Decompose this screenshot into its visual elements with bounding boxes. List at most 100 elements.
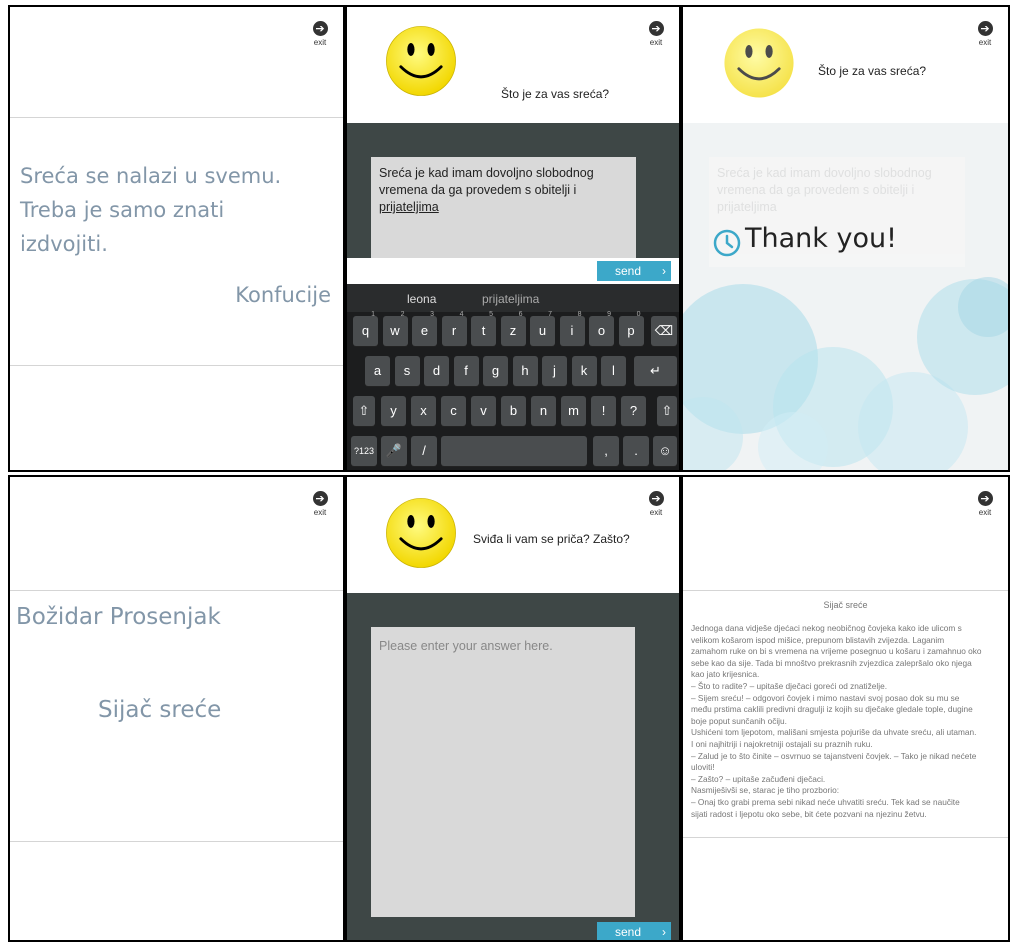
story-line: zamahom ruke on bi s vremena na vrijeme … <box>691 646 982 657</box>
exit-button[interactable]: ➔ exit <box>643 21 669 47</box>
send-button[interactable]: send › <box>597 922 671 940</box>
key-n[interactable]: n <box>531 396 556 426</box>
key-label: h <box>521 363 529 378</box>
key-z[interactable]: z6 <box>500 311 526 346</box>
key-label: c <box>450 403 457 418</box>
key-i[interactable]: i8 <box>559 311 585 346</box>
exit-label: exit <box>313 38 327 47</box>
key-hint: 3 <box>430 311 434 318</box>
story-line: – Onaj tko grabi prema sebi nikad neće u… <box>691 796 960 807</box>
answer-placeholder: Please enter your answer here. <box>379 639 553 653</box>
key-label: ! <box>601 403 606 418</box>
key-d[interactable]: d <box>424 356 449 386</box>
key-hint: 2 <box>400 311 405 318</box>
key-r[interactable]: r4 <box>441 311 467 346</box>
slash-key[interactable]: / <box>411 436 437 466</box>
send-button[interactable]: send › <box>597 261 671 281</box>
story-heading: Sijač sreće <box>823 600 868 610</box>
numbers-key[interactable]: ?123 <box>351 436 377 466</box>
key-e[interactable]: e3 <box>412 311 437 346</box>
key-label: i <box>570 323 574 338</box>
key-g[interactable]: g <box>483 356 508 386</box>
key-s[interactable]: s <box>394 356 420 386</box>
exit-button[interactable]: ➔ exit <box>643 491 669 517</box>
key-j[interactable]: j <box>542 356 567 386</box>
exit-button[interactable]: ➔ exit <box>972 21 998 47</box>
exit-label: exit <box>978 508 992 517</box>
suggestion-item[interactable]: leona <box>407 292 436 306</box>
key-x[interactable]: x <box>411 396 436 426</box>
question-text: Što je za vas sreća? <box>818 64 927 78</box>
answer-textarea[interactable]: Please enter your answer here. <box>371 627 635 917</box>
key-p[interactable]: p0 <box>618 311 644 346</box>
key-q[interactable]: q1 <box>353 311 378 346</box>
quote-line: izdvojiti. <box>20 232 108 256</box>
key-c[interactable]: c <box>441 396 466 426</box>
key-u[interactable]: u7 <box>530 311 555 346</box>
key-hint: 4 <box>459 311 464 318</box>
exit-button[interactable]: ➔ exit <box>307 491 333 517</box>
key-o[interactable]: o9 <box>589 311 614 346</box>
emoji-key[interactable]: ☺ <box>653 436 677 466</box>
question-text: Sviđa li vam se priča? Zašto? <box>473 532 630 546</box>
period-key[interactable]: . <box>623 436 649 466</box>
story-line: – Zalud je to što činite – osvrnuo se ta… <box>691 750 977 761</box>
key-label: w <box>390 323 400 338</box>
smiley-icon <box>386 498 456 568</box>
key-l[interactable]: l <box>601 356 626 386</box>
space-key[interactable] <box>441 436 587 466</box>
story-line: Jednoga dana vidješe djećaci nekog neobi… <box>691 623 962 633</box>
divider <box>683 837 1008 838</box>
key-exclamation[interactable]: ! <box>591 396 616 426</box>
key-k[interactable]: k <box>571 356 597 386</box>
exit-arrow-icon: ➔ <box>312 21 328 36</box>
exit-button[interactable]: ➔ exit <box>972 491 998 517</box>
key-t[interactable]: t5 <box>471 311 496 346</box>
exit-button[interactable]: ➔ exit <box>307 21 333 47</box>
suggestion-item[interactable]: prijateljima <box>482 292 539 306</box>
key-label: ? <box>629 403 638 418</box>
story-title: Sijač sreće <box>98 697 222 723</box>
key-hint: 8 <box>577 311 582 318</box>
quote-author: Konfucije <box>235 283 331 307</box>
key-h[interactable]: h <box>512 356 538 386</box>
answer-line: Sreća je kad imam dovoljno slobodnog <box>379 166 594 180</box>
answer-textarea[interactable]: Sreća je kad imam dovoljno slobodnog vre… <box>371 157 636 261</box>
story-author: Božidar Prosenjak <box>16 604 221 630</box>
key-label: v <box>480 403 487 418</box>
shift-key-right[interactable]: ⇧ <box>657 396 677 426</box>
exit-label: exit <box>649 38 663 47</box>
key-label: f <box>464 363 468 378</box>
key-v[interactable]: v <box>471 396 496 426</box>
shift-key-left[interactable]: ⇧ <box>353 396 375 426</box>
faded-answer-line: Sreća je kad imam dovoljno slobodnog <box>717 166 932 180</box>
send-bar: send › <box>347 258 679 284</box>
enter-icon: ↵ <box>650 363 661 378</box>
comma-key[interactable]: , <box>593 436 619 466</box>
key-f[interactable]: f <box>453 356 479 386</box>
mic-key[interactable]: 🎤 <box>381 436 407 466</box>
panel-story-title: ➔ exit Božidar Prosenjak Sijač sreće <box>8 475 345 942</box>
key-y[interactable]: y <box>381 396 406 426</box>
key-label: y <box>390 403 397 418</box>
key-w[interactable]: w2 <box>382 311 408 346</box>
smiley-icon <box>724 28 794 98</box>
story-line: među prstima caklili predivni dragulji i… <box>691 704 973 715</box>
key-label: g <box>491 363 500 378</box>
key-label: s <box>403 363 411 378</box>
thank-you-text: Thank you! <box>745 223 897 254</box>
story-line: uloviti! <box>691 762 715 773</box>
enter-key[interactable]: ↵ <box>634 356 677 386</box>
story-line: kao jato krijesnica. <box>691 669 760 680</box>
key-a[interactable]: a <box>365 356 390 386</box>
faded-answer-line: vremena da ga provedem s obitelji i <box>717 183 915 197</box>
backspace-key[interactable]: ⌫ <box>651 316 677 346</box>
key-hint: 7 <box>548 311 552 318</box>
key-b[interactable]: b <box>501 396 526 426</box>
key-label: j <box>553 363 556 378</box>
key-question[interactable]: ? <box>621 396 646 426</box>
exit-arrow-icon: ➔ <box>648 491 664 506</box>
exit-arrow-icon: ➔ <box>312 491 328 506</box>
key-label: m <box>568 403 579 418</box>
key-m[interactable]: m <box>561 396 586 426</box>
